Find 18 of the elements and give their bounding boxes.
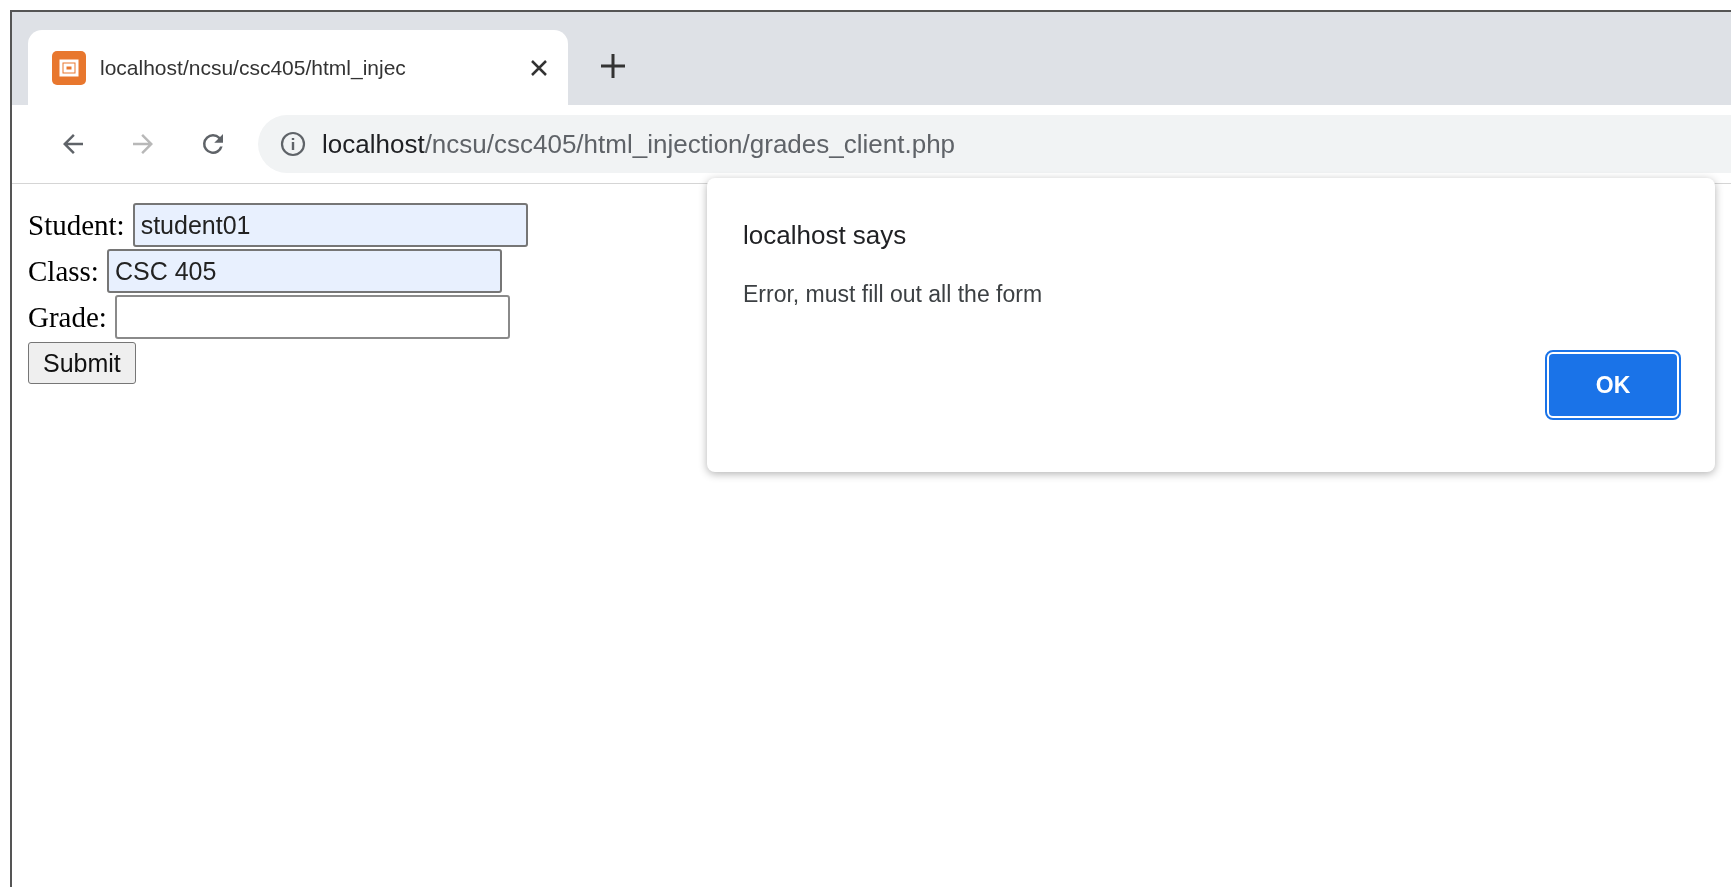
submit-button[interactable]: Submit xyxy=(28,342,136,384)
field-label: Class: xyxy=(28,254,99,288)
text-field[interactable]: student01 xyxy=(132,203,528,247)
browser-tab[interactable]: localhost/ncsu/csc405/html_injec xyxy=(28,30,568,105)
favicon-icon xyxy=(52,50,86,85)
address-bar[interactable]: localhost/ncsu/csc405/html_injection/grades_client.php xyxy=(258,115,1731,173)
text-field[interactable]: CSC 405 xyxy=(106,249,502,293)
info-icon[interactable] xyxy=(280,131,306,157)
ok-button[interactable]: OK xyxy=(1547,352,1679,418)
field-label: Grade: xyxy=(28,300,107,334)
new-tab-icon[interactable] xyxy=(600,53,626,79)
field-label: Student: xyxy=(28,208,125,242)
dialog-message: Error, must fill out all the form xyxy=(743,281,1043,308)
tab-title: localhost/ncsu/csc405/html_injec xyxy=(100,55,407,80)
url-text: localhost/ncsu/csc405/html_injection/grades_client.php xyxy=(322,128,956,160)
text-field[interactable] xyxy=(114,295,510,339)
close-icon[interactable] xyxy=(530,58,548,77)
dialog-title: localhost says xyxy=(743,220,907,251)
